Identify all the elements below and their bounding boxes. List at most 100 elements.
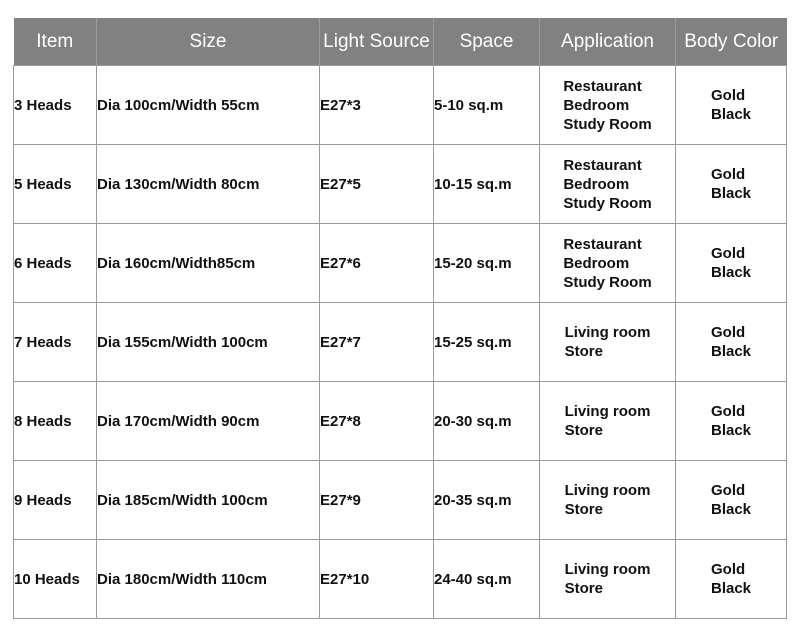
body-color-cell-lines: Gold Black xyxy=(711,560,751,598)
application-value: Store xyxy=(564,501,603,518)
body-color-value: Gold xyxy=(710,87,746,104)
light-source-cell: E27*6 xyxy=(319,223,434,303)
body-color-value: Gold xyxy=(710,166,746,183)
body-color-value: Black xyxy=(710,185,752,202)
body-color-cell: Gold Black xyxy=(675,381,787,461)
item-cell: 8 Heads xyxy=(13,381,97,461)
header-body-color: Body Color xyxy=(675,18,787,66)
application-value: Living room xyxy=(564,482,651,499)
application-cell: Living room Store xyxy=(539,302,676,382)
body-color-value: Gold xyxy=(710,561,746,578)
application-cell-lines: Living room Store xyxy=(565,323,651,361)
application-value: Study Room xyxy=(563,115,652,133)
application-value: Store xyxy=(564,422,603,439)
application-value: Living room xyxy=(564,561,651,578)
application-value: Store xyxy=(564,343,603,360)
space-cell: 15-20 sq.m xyxy=(433,223,540,303)
table-row: 3 Heads Dia 100cm/Width 55cm E27*3 5-10 sq.… xyxy=(13,65,787,145)
body-color-cell-lines: Gold Black xyxy=(711,165,751,203)
light-source-cell: E27*8 xyxy=(319,381,434,461)
item-cell: 9 Heads xyxy=(13,460,97,540)
header-application: Application xyxy=(539,18,676,66)
body-color-cell: Gold Black xyxy=(675,144,787,224)
application-cell: Living room Store xyxy=(539,381,676,461)
application-value: Store xyxy=(564,580,603,597)
body-color-cell-lines: Gold Black xyxy=(711,244,751,282)
application-cell-lines: Living room Store xyxy=(565,402,651,440)
body-color-cell: Gold Black xyxy=(675,65,787,145)
light-source-cell: E27*9 xyxy=(319,460,434,540)
spec-table: Item Size Light Source Space Application… xyxy=(13,18,787,619)
application-value: Study Room xyxy=(563,273,652,291)
item-cell: 7 Heads xyxy=(13,302,97,382)
application-cell: Living room Store xyxy=(539,460,676,540)
size-cell: Dia 170cm/Width 90cm xyxy=(96,381,320,461)
application-value: Living room xyxy=(564,324,651,341)
size-cell: Dia 180cm/Width 110cm xyxy=(96,539,320,619)
application-cell-lines: Restaurant Bedroom Study Room xyxy=(563,235,651,292)
body-color-cell-lines: Gold Black xyxy=(711,402,751,440)
light-source-cell: E27*3 xyxy=(319,65,434,145)
application-value: Bedroom xyxy=(563,96,630,114)
body-color-cell-lines: Gold Black xyxy=(711,86,751,124)
header-size: Size xyxy=(96,18,320,66)
space-cell: 5-10 sq.m xyxy=(433,65,540,145)
size-cell: Dia 155cm/Width 100cm xyxy=(96,302,320,382)
header-space: Space xyxy=(433,18,540,66)
item-cell: 6 Heads xyxy=(13,223,97,303)
body-color-value: Gold xyxy=(710,324,746,341)
header-light-source: Light Source xyxy=(319,18,434,66)
application-cell: Living room Store xyxy=(539,539,676,619)
header-item: Item xyxy=(13,18,97,66)
application-cell-lines: Living room Store xyxy=(565,481,651,519)
body-color-cell: Gold Black xyxy=(675,223,787,303)
application-value: Bedroom xyxy=(563,175,630,193)
body-color-value: Black xyxy=(710,580,752,597)
table-row: 8 Heads Dia 170cm/Width 90cm E27*8 20-30 sq… xyxy=(13,381,787,461)
body-color-value: Black xyxy=(710,343,752,360)
size-cell: Dia 130cm/Width 80cm xyxy=(96,144,320,224)
table-row: 9 Heads Dia 185cm/Width 100cm E27*9 20-35 s… xyxy=(13,460,787,540)
table-row: 7 Heads Dia 155cm/Width 100cm E27*7 15-25 s… xyxy=(13,302,787,382)
light-source-cell: E27*7 xyxy=(319,302,434,382)
item-cell: 3 Heads xyxy=(13,65,97,145)
space-cell: 10-15 sq.m xyxy=(433,144,540,224)
application-cell-lines: Living room Store xyxy=(565,560,651,598)
application-value: Restaurant xyxy=(563,77,642,95)
application-cell-lines: Restaurant Bedroom Study Room xyxy=(563,156,651,213)
application-cell: Restaurant Bedroom Study Room xyxy=(539,144,676,224)
table-row: 6 Heads Dia 160cm/Width85cm E27*6 15-20 sq.… xyxy=(13,223,787,303)
table-body: 3 Heads Dia 100cm/Width 55cm E27*3 5-10 sq.… xyxy=(13,65,787,619)
body-color-value: Gold xyxy=(710,245,746,262)
body-color-cell: Gold Black xyxy=(675,460,787,540)
table-row: 5 Heads Dia 130cm/Width 80cm E27*5 10-15 sq… xyxy=(13,144,787,224)
application-value: Study Room xyxy=(563,194,652,212)
space-cell: 24-40 sq.m xyxy=(433,539,540,619)
light-source-cell: E27*5 xyxy=(319,144,434,224)
body-color-value: Black xyxy=(710,106,752,123)
size-cell: Dia 100cm/Width 55cm xyxy=(96,65,320,145)
space-cell: 15-25 sq.m xyxy=(433,302,540,382)
body-color-value: Gold xyxy=(710,403,746,420)
body-color-cell: Gold Black xyxy=(675,539,787,619)
body-color-value: Gold xyxy=(710,482,746,499)
body-color-value: Black xyxy=(710,422,752,439)
application-cell: Restaurant Bedroom Study Room xyxy=(539,65,676,145)
application-value: Bedroom xyxy=(563,254,630,272)
application-value: Restaurant xyxy=(563,156,642,174)
space-cell: 20-30 sq.m xyxy=(433,381,540,461)
body-color-cell-lines: Gold Black xyxy=(711,323,751,361)
header-row: Item Size Light Source Space Application… xyxy=(13,18,787,66)
application-cell-lines: Restaurant Bedroom Study Room xyxy=(563,77,651,134)
space-cell: 20-35 sq.m xyxy=(433,460,540,540)
item-cell: 10 Heads xyxy=(13,539,97,619)
light-source-cell: E27*10 xyxy=(319,539,434,619)
application-value: Living room xyxy=(564,403,651,420)
application-value: Restaurant xyxy=(563,235,642,253)
item-cell: 5 Heads xyxy=(13,144,97,224)
body-color-value: Black xyxy=(710,501,752,518)
application-cell: Restaurant Bedroom Study Room xyxy=(539,223,676,303)
size-cell: Dia 160cm/Width85cm xyxy=(96,223,320,303)
body-color-value: Black xyxy=(710,264,752,281)
size-cell: Dia 185cm/Width 100cm xyxy=(96,460,320,540)
